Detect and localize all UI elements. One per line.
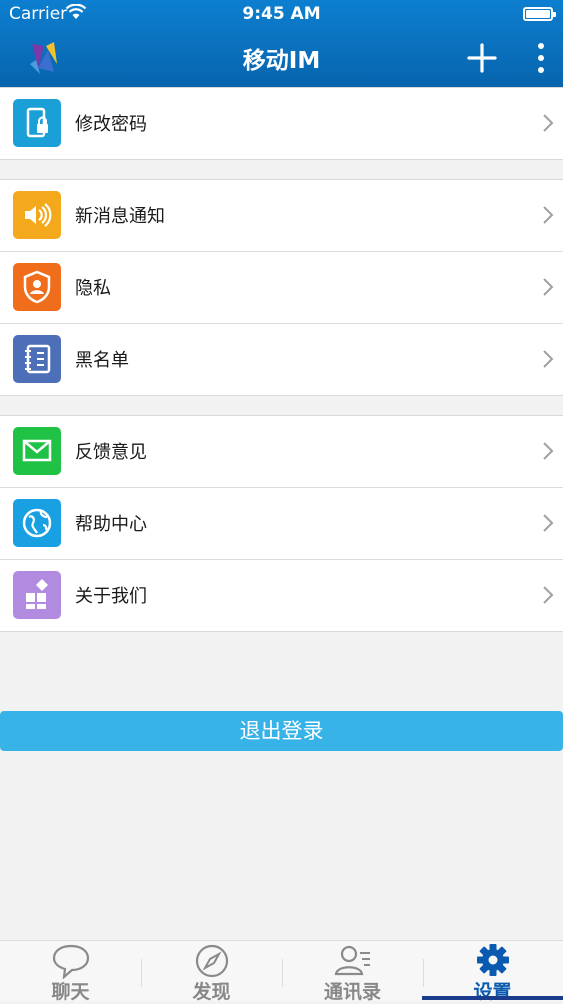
settings-item-label: 关于我们: [75, 586, 147, 607]
settings-item-label: 黑名单: [75, 350, 129, 371]
tab-chat[interactable]: 聊天: [0, 941, 141, 1003]
battery-icon: [523, 7, 556, 21]
logout-button[interactable]: 退出登录: [0, 711, 563, 751]
settings-group-account: 修改密码: [0, 87, 563, 160]
chevron-right-icon: [543, 114, 554, 132]
settings-group-support: 反馈意见 帮助中心 关于我们: [0, 415, 563, 632]
settings-item-notifications[interactable]: 新消息通知: [0, 180, 563, 252]
settings-item-label: 修改密码: [75, 114, 147, 135]
globe-icon: [13, 499, 61, 547]
settings-item-privacy[interactable]: 隐私: [0, 252, 563, 324]
settings-item-label: 帮助中心: [75, 514, 147, 535]
settings-item-about-us[interactable]: 关于我们: [0, 560, 563, 631]
tab-bar: 聊天 发现 通讯录 设置: [0, 940, 563, 1003]
status-time: 9:45 AM: [242, 4, 321, 24]
settings-item-label: 反馈意见: [75, 442, 147, 463]
settings-item-label: 隐私: [75, 278, 111, 299]
chevron-right-icon: [543, 206, 554, 224]
chevron-right-icon: [543, 442, 554, 460]
settings-group-notifications: 新消息通知 隐私 黑名单: [0, 179, 563, 396]
nav-bar: 移动IM: [0, 30, 563, 87]
speaker-icon: [13, 191, 61, 239]
mail-icon: [13, 427, 61, 475]
tab-discover[interactable]: 发现: [141, 941, 282, 1003]
tab-contacts[interactable]: 通讯录: [282, 941, 423, 1003]
more-vertical-icon[interactable]: [526, 38, 556, 78]
privacy-shield-icon: [13, 263, 61, 311]
contact-book-icon: [13, 335, 61, 383]
settings-item-change-password[interactable]: 修改密码: [0, 88, 563, 159]
chevron-right-icon: [543, 350, 554, 368]
status-bar: Carrier 9:45 AM: [0, 0, 563, 30]
phone-lock-icon: [13, 99, 61, 147]
compass-icon: [195, 944, 228, 978]
active-tab-indicator: [422, 996, 563, 1000]
contacts-icon: [334, 945, 370, 976]
tab-settings[interactable]: 设置: [422, 941, 563, 1003]
gear-icon: [476, 944, 509, 976]
plus-icon[interactable]: [462, 38, 502, 78]
apps-icon: [13, 571, 61, 619]
chevron-right-icon: [543, 514, 554, 532]
settings-item-help-center[interactable]: 帮助中心: [0, 488, 563, 560]
chevron-right-icon: [543, 278, 554, 296]
settings-item-label: 新消息通知: [75, 206, 165, 227]
settings-item-blacklist[interactable]: 黑名单: [0, 324, 563, 395]
chevron-right-icon: [543, 586, 554, 604]
top-bar: Carrier 9:45 AM 移动IM: [0, 0, 563, 87]
settings-item-feedback[interactable]: 反馈意见: [0, 416, 563, 488]
chat-bubble-icon: [52, 944, 89, 979]
